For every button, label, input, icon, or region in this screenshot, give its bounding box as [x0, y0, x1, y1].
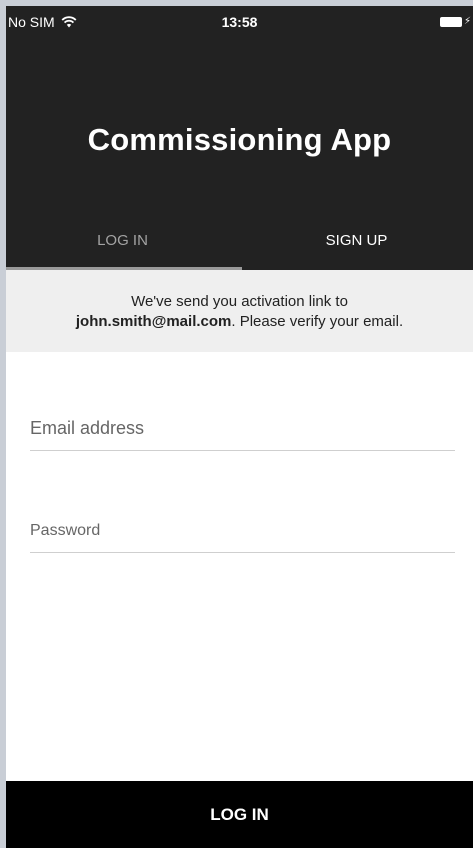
email-field-container: [30, 410, 455, 451]
notice-email: john.smith@mail.com: [75, 313, 232, 330]
notice-line-2-rest: . Please verify your email.: [231, 313, 404, 330]
app-screen: No SIM 13:58 ⚡ Commissioning App LOG IN …: [6, 6, 473, 848]
tab-sign-up[interactable]: SIGN UP: [240, 218, 473, 270]
password-field-container: [30, 514, 455, 553]
password-field[interactable]: [30, 514, 455, 548]
app-header: No SIM 13:58 ⚡ Commissioning App LOG IN …: [6, 6, 473, 270]
charging-bolt-icon: ⚡: [463, 16, 471, 27]
battery-icon: [439, 16, 462, 27]
notice-line-1: We've send you activation link to: [131, 293, 348, 310]
notice-line-2: john.smith@mail.com. Please verify your …: [6, 312, 473, 332]
status-time: 13:58: [221, 14, 258, 30]
status-bar: No SIM 13:58 ⚡: [6, 6, 473, 36]
email-field[interactable]: [30, 410, 455, 446]
app-title: Commissioning App: [87, 122, 392, 157]
log-in-button[interactable]: LOG IN: [6, 781, 473, 848]
tab-log-in[interactable]: LOG IN: [6, 218, 239, 270]
auth-tabs: LOG IN SIGN UP: [6, 218, 473, 270]
activation-notice: We've send you activation link to john.s…: [6, 270, 473, 352]
battery-status: ⚡: [439, 16, 471, 27]
